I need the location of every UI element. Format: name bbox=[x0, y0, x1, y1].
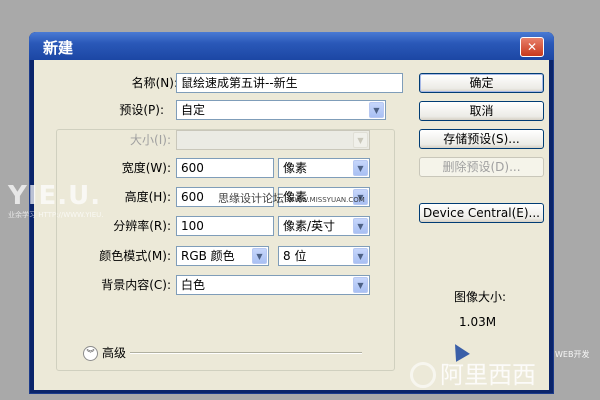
name-input[interactable]: 鼠绘速成第五讲--新生 bbox=[176, 73, 403, 93]
chevron-down-icon: ▼ bbox=[353, 248, 368, 264]
preset-label: 预设(P): bbox=[74, 100, 164, 120]
advanced-toggle[interactable]: 高级 bbox=[102, 346, 126, 360]
yieu-watermark: YIE.U. bbox=[8, 181, 102, 211]
bit-depth-value: 8 位 bbox=[283, 249, 307, 263]
resolution-input[interactable]: 100 bbox=[176, 216, 274, 236]
resolution-unit-value: 像素/英寸 bbox=[283, 219, 336, 233]
close-button[interactable]: ✕ bbox=[520, 37, 544, 57]
width-input[interactable]: 600 bbox=[176, 158, 274, 178]
delete-preset-button[interactable]: 删除预设(D)... bbox=[419, 157, 544, 177]
chevron-down-icon: ▼ bbox=[369, 102, 384, 118]
width-label: 宽度(W): bbox=[121, 161, 171, 175]
preset-select[interactable]: 自定 ▼ bbox=[176, 100, 386, 120]
missyuan-text: 思缘设计论坛 bbox=[218, 192, 284, 205]
bit-depth-select[interactable]: 8 位 ▼ bbox=[278, 246, 370, 266]
color-mode-value: RGB 颜色 bbox=[181, 249, 235, 263]
cancel-button[interactable]: 取消 bbox=[419, 101, 544, 121]
dialog-title: 新建 bbox=[43, 39, 74, 57]
resolution-label: 分辨率(R): bbox=[113, 219, 171, 233]
dialog-client: 名称(N): 鼠绘速成第五讲--新生 预设(P): 自定 ▼ 大小(I): ▼ … bbox=[34, 60, 549, 390]
image-size-label: 图像大小: bbox=[454, 290, 507, 304]
alixixi-logo-icon bbox=[410, 362, 436, 388]
save-preset-button[interactable]: 存储预设(S)... bbox=[419, 129, 544, 149]
alixixi-watermark-sub: WEB开发 bbox=[555, 350, 590, 359]
color-mode-select[interactable]: RGB 颜色 ▼ bbox=[176, 246, 269, 266]
missyuan-watermark: 思缘设计论坛 WWW.MISSYUAN.COM bbox=[218, 193, 365, 206]
size-select[interactable]: ▼ bbox=[176, 130, 370, 150]
advanced-divider bbox=[130, 352, 362, 354]
width-unit-select[interactable]: 像素 ▼ bbox=[278, 158, 370, 178]
chevron-down-icon: ▼ bbox=[353, 132, 368, 148]
size-label: 大小(I): bbox=[130, 133, 171, 147]
chevron-down-icon: ▼ bbox=[353, 277, 368, 293]
chevron-down-icon: ▼ bbox=[353, 160, 368, 176]
background-value: 白色 bbox=[181, 278, 206, 292]
resolution-unit-select[interactable]: 像素/英寸 ▼ bbox=[278, 216, 370, 236]
new-document-dialog: 新建 ✕ 名称(N): 鼠绘速成第五讲--新生 预设(P): 自定 ▼ 大小(I… bbox=[29, 32, 554, 394]
preset-value: 自定 bbox=[181, 103, 206, 117]
missyuan-url: WWW.MISSYUAN.COM bbox=[287, 196, 365, 204]
color-mode-label: 颜色模式(M): bbox=[99, 249, 171, 263]
name-label: 名称(N): bbox=[131, 76, 178, 90]
ok-button[interactable]: 确定 bbox=[419, 73, 544, 93]
background-select[interactable]: 白色 ▼ bbox=[176, 275, 370, 295]
chevron-down-icon: ▼ bbox=[252, 248, 267, 264]
yieu-watermark-sub: 业余学习 HTTP://WWW.YIEU. bbox=[8, 211, 104, 219]
device-central-button[interactable]: Device Central(E)... bbox=[419, 203, 544, 223]
chevron-double-down-icon[interactable]: ︾ bbox=[83, 346, 98, 361]
background-label: 背景内容(C): bbox=[101, 278, 171, 292]
width-unit-value: 像素 bbox=[283, 161, 308, 175]
chevron-down-icon: ▼ bbox=[353, 218, 368, 234]
image-size-value: 1.03M bbox=[459, 315, 497, 329]
alixixi-watermark: 阿里西西 bbox=[440, 361, 536, 389]
title-bar[interactable]: 新建 ✕ bbox=[29, 32, 554, 60]
